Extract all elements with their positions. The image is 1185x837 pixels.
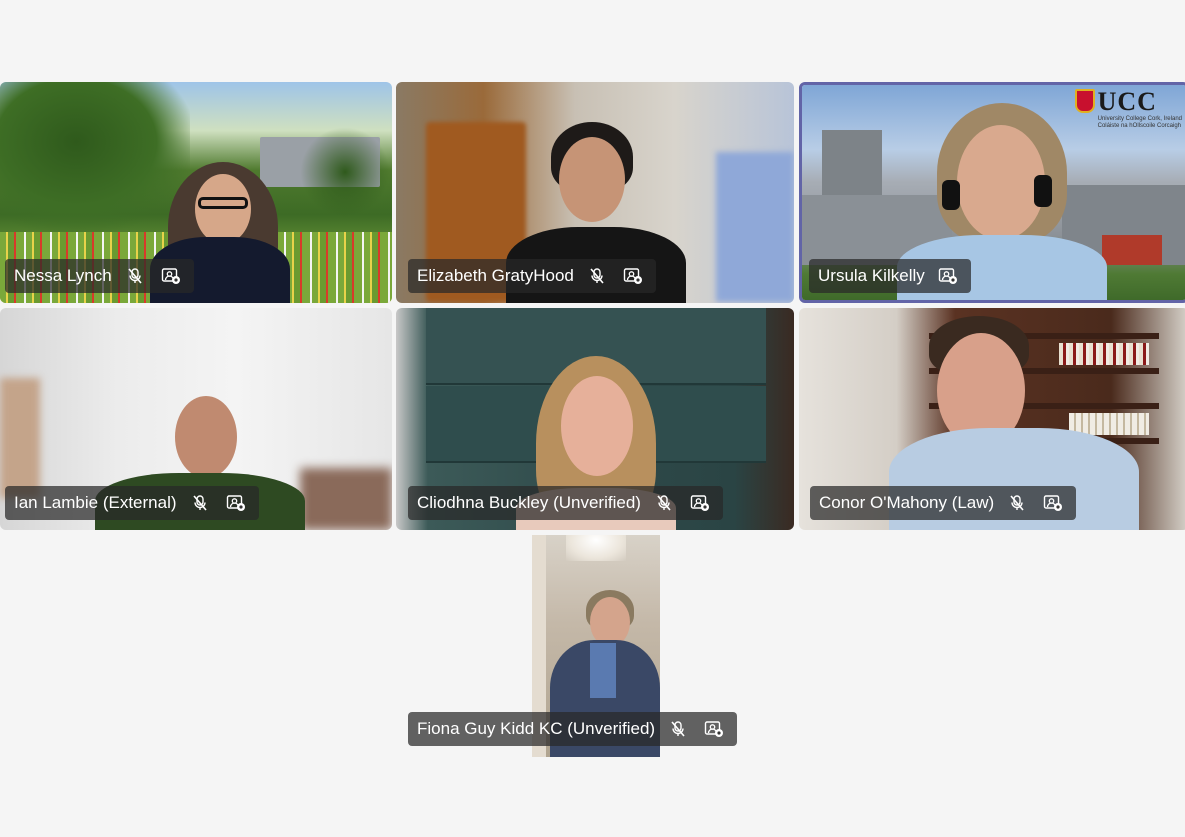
- ucc-crest-icon: [1074, 89, 1095, 113]
- participant-nameplate: Fiona Guy Kidd KC (Unverified): [408, 712, 738, 746]
- logo-subtitle-ga: Coláiste na hOllscoile Corcaigh: [1097, 123, 1181, 129]
- participant-name: Cliodhna Buckley (Unverified): [417, 493, 641, 512]
- participant-nameplate: Nessa Lynch: [5, 259, 194, 293]
- mic-off-icon: [1004, 490, 1030, 516]
- participant-name: Conor O'Mahony (Law): [819, 493, 995, 512]
- video-tile-nessa-lynch[interactable]: Nessa Lynch: [0, 82, 392, 303]
- participant-nameplate: Conor O'Mahony (Law): [810, 486, 1077, 520]
- video-tile-ursula-kilkelly[interactable]: UCC University College Cork, Ireland Col…: [799, 82, 1185, 303]
- mic-off-icon: [665, 716, 691, 742]
- pin-video-icon[interactable]: [1040, 490, 1066, 516]
- participant-name: Ursula Kilkelly: [818, 266, 925, 285]
- mic-off-icon: [122, 263, 148, 289]
- participant-nameplate: Ian Lambie (External): [5, 486, 259, 520]
- mic-off-icon: [584, 263, 610, 289]
- pin-video-icon[interactable]: [687, 490, 713, 516]
- pin-video-icon[interactable]: [935, 263, 961, 289]
- participant-name: Nessa Lynch: [14, 266, 112, 285]
- participant-nameplate: Ursula Kilkelly: [809, 259, 971, 293]
- participant-name: Ian Lambie (External): [14, 493, 177, 512]
- video-tile-fiona-guy-kidd[interactable]: Fiona Guy Kidd KC (Unverified): [408, 535, 738, 757]
- pin-video-icon[interactable]: [620, 263, 646, 289]
- pin-video-icon[interactable]: [223, 490, 249, 516]
- logo-subtitle-en: University College Cork, Ireland: [1097, 116, 1182, 122]
- video-tile-cliodhna-buckley[interactable]: Cliodhna Buckley (Unverified): [396, 308, 794, 530]
- mic-off-icon: [187, 490, 213, 516]
- video-tile-conor-omahony[interactable]: Conor O'Mahony (Law): [799, 308, 1185, 530]
- participant-nameplate: Elizabeth GratyHood: [408, 259, 656, 293]
- participant-name: Fiona Guy Kidd KC (Unverified): [417, 719, 656, 738]
- participant-nameplate: Cliodhna Buckley (Unverified): [408, 486, 723, 520]
- mic-off-icon: [651, 490, 677, 516]
- meeting-stage: Nessa Lynch Elizabeth GratyHood UCC Univ…: [0, 0, 1185, 837]
- pin-video-icon[interactable]: [701, 716, 727, 742]
- pin-video-icon[interactable]: [158, 263, 184, 289]
- logo-text: UCC: [1097, 87, 1157, 116]
- participant-name: Elizabeth GratyHood: [417, 266, 574, 285]
- video-tile-ian-lambie[interactable]: Ian Lambie (External): [0, 308, 392, 530]
- video-tile-elizabeth-gratyhood[interactable]: Elizabeth GratyHood: [396, 82, 794, 303]
- ucc-logo: UCC University College Cork, Ireland Col…: [1074, 87, 1182, 129]
